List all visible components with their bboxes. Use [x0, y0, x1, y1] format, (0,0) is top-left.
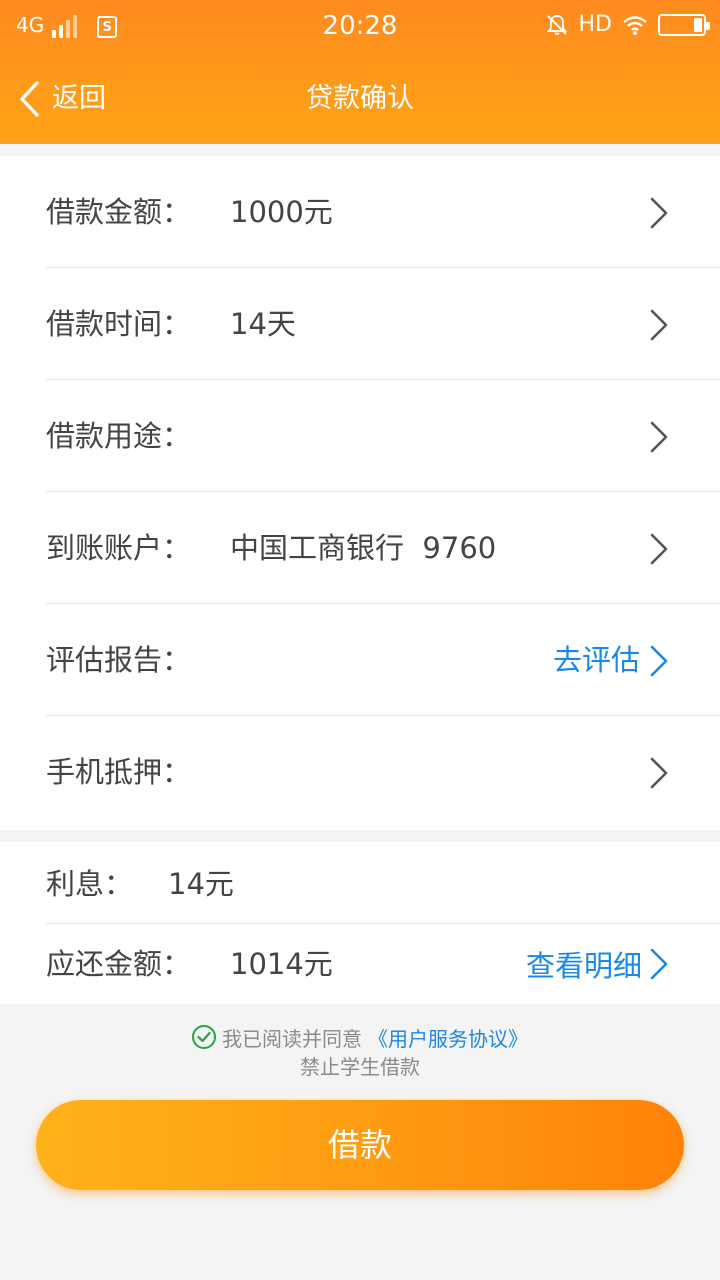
agreement-text: 我已阅读并同意 [222, 1026, 362, 1051]
row-assessment-report[interactable]: 评估报告： 去评估 [46, 604, 720, 716]
repay-value: 1014元 [230, 947, 333, 981]
chevron-right-icon [650, 533, 668, 565]
status-bar: 4G S 20:28 HD [0, 0, 720, 52]
row-repay-amount: 应还金额： 1014元 查看明细 [46, 924, 720, 1004]
row-loan-term[interactable]: 借款时间： 14天 [46, 268, 720, 380]
row-value: 1000元 [230, 195, 333, 229]
view-details-label: 查看明细 [525, 949, 642, 983]
status-right: HD [545, 12, 710, 38]
row-loan-purpose[interactable]: 借款用途： [46, 380, 720, 492]
agreement-area: 我已阅读并同意 《用户服务协议》 禁止学生借款 [0, 1022, 720, 1082]
page-title: 贷款确认 [306, 83, 414, 114]
summary-card: 利息： 14元 应还金额： 1014元 查看明细 [0, 842, 720, 1004]
row-label: 手机抵押： [46, 755, 192, 789]
agreement-line: 我已阅读并同意 《用户服务协议》 [0, 1022, 720, 1052]
loan-form: 借款金额： 1000元 借款时间： 14天 借款用途： 到账账户： 中国工商银行… [0, 156, 720, 830]
borrow-button[interactable]: 借款 [36, 1100, 684, 1190]
row-label: 借款金额： [46, 195, 192, 229]
row-value: 14天 [230, 307, 296, 341]
row-value: 中国工商银行 9760 [230, 531, 497, 565]
repay-label: 应还金额： [46, 947, 192, 981]
chevron-right-icon [650, 197, 668, 229]
row-label: 借款时间： [46, 307, 192, 341]
battery-icon [658, 14, 710, 36]
chevron-right-icon [650, 645, 668, 677]
student-notice: 禁止学生借款 [300, 1055, 420, 1079]
wifi-icon [623, 16, 647, 35]
mute-icon [546, 14, 567, 35]
row-receiving-account[interactable]: 到账账户： 中国工商银行 9760 [46, 492, 720, 604]
hd-indicator: HD [578, 12, 612, 37]
nav-bar: 返回 贷款确认 [0, 52, 720, 144]
battery-level [694, 18, 702, 32]
user-agreement-link[interactable]: 《用户服务协议》 [368, 1023, 528, 1052]
row-phone-collateral[interactable]: 手机抵押： [46, 716, 720, 828]
chevron-right-icon [650, 309, 668, 341]
row-label: 评估报告： [46, 643, 192, 677]
chevron-right-icon [650, 421, 668, 453]
row-label: 到账账户： [46, 531, 192, 565]
check-circle-icon[interactable] [192, 1025, 216, 1049]
row-loan-amount[interactable]: 借款金额： 1000元 [46, 156, 720, 268]
row-label: 借款用途： [46, 419, 192, 453]
interest-label: 利息： [46, 867, 134, 901]
view-details-link[interactable]: 查看明细 [526, 924, 670, 1004]
assess-link[interactable]: 去评估 [553, 604, 640, 716]
chevron-right-icon [650, 948, 668, 980]
interest-value: 14元 [168, 867, 234, 901]
row-interest: 利息： 14元 [46, 844, 720, 924]
header: 4G S 20:28 HD 返回 贷款确认 [0, 0, 720, 144]
chevron-right-icon [650, 757, 668, 789]
